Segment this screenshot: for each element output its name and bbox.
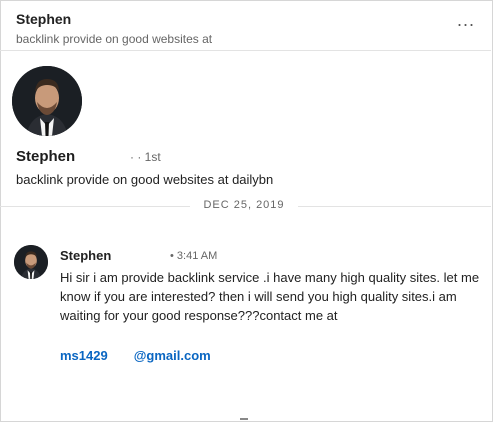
- scroll-indicator: [240, 418, 248, 420]
- profile-headline: backlink provide on good websites at dai…: [16, 172, 274, 187]
- profile-name[interactable]: Stephen: [16, 148, 75, 165]
- ellipsis-icon[interactable]: ...: [457, 11, 475, 29]
- message-body: Hi sir i am provide backlink service .i …: [60, 270, 480, 323]
- person-photo-icon: [14, 245, 48, 279]
- email-domain-part: @gmail.com: [133, 348, 211, 363]
- header-contact-name[interactable]: Stephen: [16, 11, 71, 27]
- message-sender-avatar[interactable]: [14, 245, 48, 279]
- profile-avatar[interactable]: [12, 66, 82, 136]
- date-divider-right: [298, 206, 491, 207]
- email-local-part: ms1429: [60, 348, 108, 363]
- connection-degree: · · 1st: [130, 150, 161, 164]
- date-separator: DEC 25, 2019: [203, 199, 285, 211]
- header-contact-headline: backlink provide on good websites at: [16, 32, 213, 46]
- email-link[interactable]: ms1429 @gmail.com: [60, 348, 211, 363]
- person-photo-icon: [12, 66, 82, 136]
- conversation-header: Stephen backlink provide on good website…: [0, 0, 491, 51]
- message-sender-name[interactable]: Stephen: [60, 248, 111, 263]
- date-divider-left: [0, 206, 190, 207]
- message-timestamp: • 3:41 AM: [170, 250, 218, 262]
